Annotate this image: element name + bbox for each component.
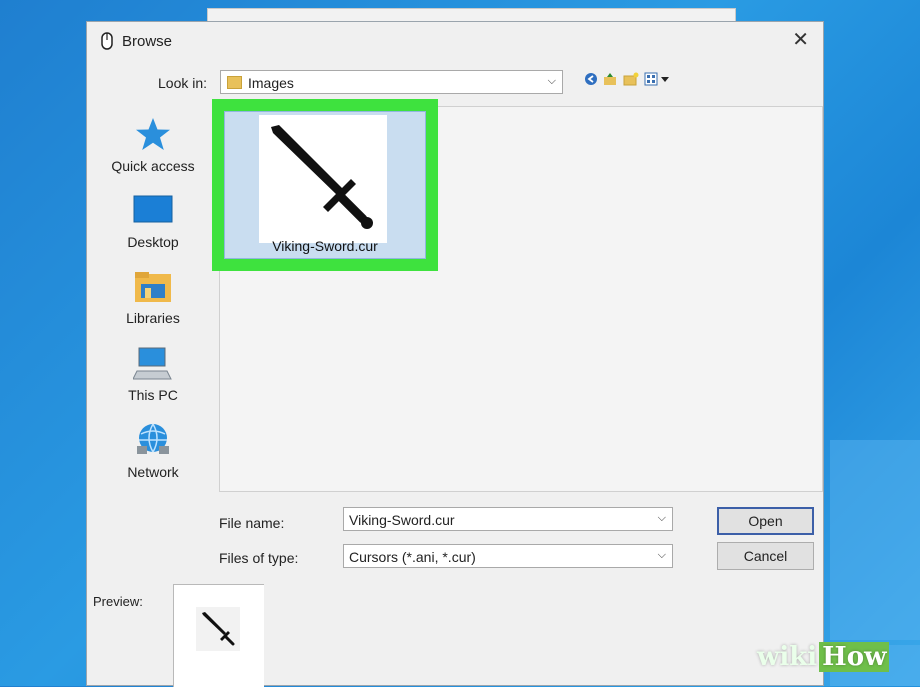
libraries-icon (135, 272, 171, 302)
desktop-icon (133, 195, 173, 223)
close-button[interactable]: ✕ (792, 30, 809, 50)
new-folder-icon[interactable] (623, 72, 639, 86)
place-label: This PC (128, 387, 178, 403)
place-this-pc[interactable]: This PC (97, 347, 209, 403)
preview-pane (173, 584, 264, 687)
up-folder-icon[interactable] (603, 72, 617, 86)
preview-thumbnail (196, 607, 240, 651)
file-name-label: Viking-Sword.cur (272, 238, 378, 254)
preview-label: Preview: (93, 594, 143, 609)
desktop-window-pane (830, 440, 920, 640)
sword-icon (202, 612, 235, 646)
wikihow-watermark: wiki How (757, 642, 907, 680)
place-label: Libraries (126, 310, 180, 326)
network-icon (137, 423, 169, 454)
file-thumbnail (259, 115, 387, 243)
back-icon[interactable] (584, 72, 598, 86)
file-name-label: File name: (219, 515, 285, 531)
place-label: Network (127, 464, 179, 480)
open-button[interactable]: Open (717, 507, 814, 535)
chevron-down-icon: ⌵ (657, 549, 666, 561)
file-name-input[interactable]: Viking-Sword.cur ⌵ (343, 507, 673, 531)
look-in-dropdown[interactable]: Images ⌵ (220, 70, 563, 94)
look-in-value: Images (248, 75, 294, 91)
chevron-down-icon[interactable]: ⌵ (658, 512, 666, 525)
title-bar: Browse ✕ (87, 22, 823, 58)
place-network[interactable]: Network (97, 422, 209, 480)
dialog-title: Browse (122, 33, 173, 50)
look-in-label: Look in: (158, 75, 208, 91)
place-label: Desktop (127, 234, 179, 250)
file-type-value: Cursors (*.ani, *.cur) (349, 549, 476, 565)
file-list[interactable]: Viking-Sword.cur (212, 99, 823, 492)
file-item-selected[interactable]: Viking-Sword.cur (212, 99, 438, 271)
places-bar: Quick access Desktop Libraries This PC N… (97, 104, 209, 504)
file-selection: Viking-Sword.cur (224, 111, 426, 259)
cancel-button[interactable]: Cancel (717, 542, 814, 570)
place-desktop[interactable]: Desktop (97, 194, 209, 250)
view-menu-icon[interactable] (644, 72, 672, 86)
watermark-wiki: wiki (757, 642, 818, 672)
place-label: Quick access (111, 158, 195, 174)
folder-icon (227, 76, 242, 89)
chevron-down-icon: ⌵ (547, 75, 556, 87)
browse-dialog: Browse ✕ Look in: Images ⌵ Quick access (86, 21, 824, 687)
this-pc-icon (133, 347, 172, 380)
place-quick-access[interactable]: Quick access (97, 116, 209, 174)
file-name-value: Viking-Sword.cur (349, 512, 455, 528)
place-libraries[interactable]: Libraries (97, 270, 209, 326)
file-type-label: Files of type: (219, 550, 299, 566)
star-icon (136, 118, 170, 150)
sword-icon (271, 125, 373, 229)
file-type-dropdown[interactable]: Cursors (*.ani, *.cur) ⌵ (343, 544, 673, 568)
cursor-file-icon (101, 32, 113, 50)
watermark-how: How (819, 642, 890, 672)
